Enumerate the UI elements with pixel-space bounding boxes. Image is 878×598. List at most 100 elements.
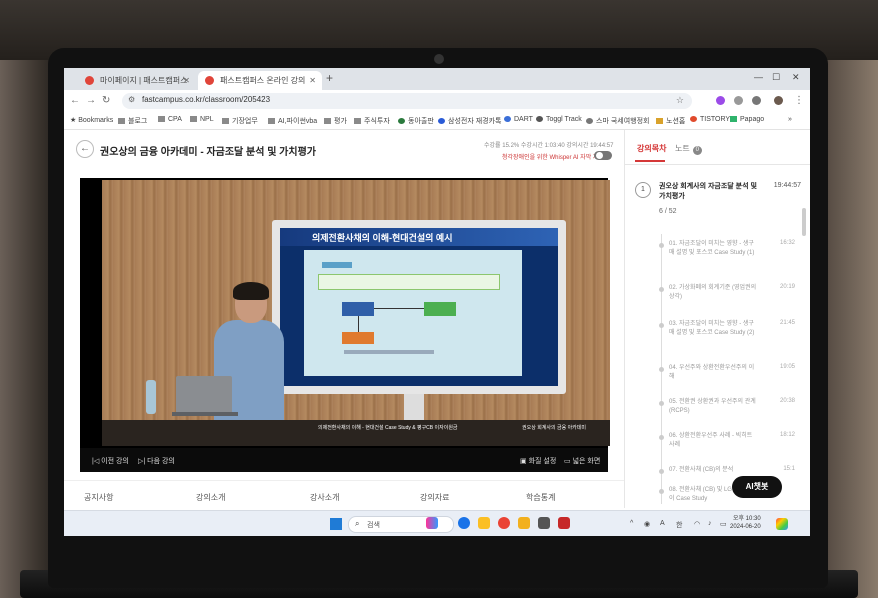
volume-icon[interactable]: ♪ [708,520,712,527]
list-item[interactable]: 05. 전환권 상환권과 우선주의 관계 (RCPS) 20:38 [659,398,799,432]
tab-instructor[interactable]: 강사소개 [310,492,339,503]
menu-kebab-icon[interactable]: ⋮ [794,95,804,106]
video-frame[interactable]: 의제전환사채의 이해-현대건설의 예시 의제전환사채의 이해 - 현대건설 Ca… [102,180,610,446]
wide-screen-button[interactable]: ▭ 넓은 화면 [564,456,600,466]
extensions-puzzle-icon[interactable] [752,96,761,105]
tray-app-icon[interactable]: ◉ [644,520,650,528]
bookmark-item[interactable]: 동아출판 [398,116,434,126]
bookmark-item[interactable]: TISTORY [690,116,730,123]
ai-chatbot-button[interactable]: AI챗봇 [732,476,782,498]
video-controls: |◁ 이전 강의 ▷| 다음 강의 ▣ 화질 설정 ▭ 넓은 화면 [80,448,608,472]
notes-count-badge: 0 [692,146,702,155]
tab-materials[interactable]: 강의자료 [420,492,449,503]
tab-notes[interactable]: 노트 0 [675,143,702,155]
bookmark-item[interactable]: 평가 [324,116,347,126]
bookmark-item[interactable]: Papago [730,116,764,123]
chapter-duration: 19:44:57 [773,182,801,189]
tray-ime[interactable]: 한 [676,520,682,530]
list-item[interactable]: 06. 상환전환우선주 사례 - 빅히트 사례 18:12 [659,432,799,466]
new-tab-button[interactable]: + [326,71,333,85]
copilot-icon[interactable] [776,518,788,530]
notion-icon [656,118,663,125]
bookmark-item[interactable]: Toggl Track [536,116,582,123]
prev-lesson-button[interactable]: |◁ 이전 강의 [92,456,129,466]
folder-icon [268,118,275,125]
lesson-duration: 16:32 [779,240,795,246]
slide-box [342,332,374,344]
chapter-header[interactable]: 1 권오상 회계사의 자금조달 분석 및 가치평가 19:44:57 6 / 5… [635,182,801,226]
quality-settings-button[interactable]: ▣ 화질 설정 [520,456,556,466]
bookmark-star-icon[interactable]: ☆ [676,95,684,106]
back-button[interactable]: ← [76,140,94,158]
tab-course-intro[interactable]: 강의소개 [196,492,225,503]
list-item[interactable]: 03. 자금조달이 미치는 영향 - 생구매 설명 및 포스코 Case Stu… [659,320,799,354]
maximize-icon[interactable]: ☐ [772,72,780,83]
slide-diagram [304,250,522,376]
profile-avatar[interactable] [774,96,783,105]
browser-tab-classroom[interactable]: 패스트캠퍼스 온라인 강의 ✕ [198,71,322,90]
close-tab-icon[interactable]: ✕ [309,71,316,90]
slide-box [424,302,456,316]
chrome-icon[interactable] [498,517,510,529]
more-bookmarks-icon[interactable]: » [788,116,792,123]
bookmark-item[interactable]: 삼성전자 재경카톡 [438,116,501,126]
back-arrow-icon[interactable]: ← [70,95,80,106]
bookmark-item[interactable]: 주식투자 [354,116,390,126]
battery-icon[interactable]: ▭ [720,520,727,528]
windows-start-icon[interactable] [330,518,342,530]
minimize-icon[interactable]: — [754,72,763,82]
sidebar-scrollbar[interactable] [802,208,806,236]
file-explorer-icon[interactable] [518,517,530,529]
wifi-icon[interactable]: ◠ [694,520,700,528]
forward-arrow-icon[interactable]: → [86,95,96,106]
app-icon[interactable] [538,517,550,529]
kakaotalk-icon[interactable] [478,517,490,529]
tray-language[interactable]: A [660,520,665,527]
close-window-icon[interactable]: ✕ [792,72,800,83]
extension-icon[interactable] [734,96,743,105]
windows-taskbar: ⌕ 검색 ^ ◉ A 한 ◠ ♪ ▭ 오후 10:30 2024-06-20 [64,510,810,536]
lesson-dot-icon [659,469,664,474]
bookmark-item[interactable]: 노션홈 [656,116,685,126]
edge-icon[interactable] [458,517,470,529]
address-bar[interactable]: ⚙ fastcampus.co.kr/classroom/205423 ☆ [122,93,692,109]
reload-icon[interactable]: ↻ [102,95,110,106]
lesson-dot-icon [659,323,664,328]
skip-forward-icon: ▷| [138,458,148,465]
lesson-title: 07. 전환사채 (CB)의 분석 [669,467,734,473]
close-tab-icon[interactable]: ✕ [183,71,190,90]
bookmark-item[interactable]: 스마 국세여행정회 [586,116,649,126]
bookmark-item[interactable]: 블로그 [118,116,147,126]
tray-chevron-icon[interactable]: ^ [630,520,633,527]
lesson-duration: 18:12 [779,432,795,438]
taskbar-clock[interactable]: 오후 10:30 2024-06-20 [730,515,761,531]
folder-icon [222,118,229,125]
webcam [434,54,444,64]
bookmark-item[interactable]: CPA [158,116,182,123]
fastcampus-favicon-icon [205,76,214,85]
tab-stats[interactable]: 학습통계 [526,492,555,503]
site-info-icon[interactable]: ⚙ [128,95,135,104]
extension-icon[interactable] [716,96,725,105]
list-item[interactable]: 01. 자금조달이 미치는 영향 - 생구매 설명 및 포스코 Case Stu… [659,240,799,274]
lesson-duration: 20:19 [779,284,795,290]
list-item[interactable]: 02. 가상화폐의 회계기준 (영업권의 상각) 20:19 [659,284,799,318]
bookmark-item[interactable]: ★ Bookmarks [70,116,113,124]
lesson-duration: 20:38 [779,398,795,404]
list-item[interactable]: 04. 우선주와 상환전환우선주의 이해 19:05 [659,364,799,398]
bookmark-item[interactable]: AI,파이썬vba [268,116,317,126]
tab-notice[interactable]: 공지사항 [84,492,113,503]
bookmark-item[interactable]: DART [504,116,533,123]
tab-toc[interactable]: 강의목차 [637,143,666,154]
bookmark-item[interactable]: 기장업무 [222,116,258,126]
slide-title: 의제전환사채의 이해-현대건설의 예시 [312,233,453,243]
taskbar-search[interactable]: ⌕ 검색 [348,516,454,533]
lesson-title: 06. 상환전환우선주 사례 - 빅히트 사례 [669,433,753,448]
browser-tab-mypage[interactable]: 마이페이지 | 패스트캠퍼스 ✕ [78,71,196,90]
whisper-subtitle-toggle[interactable] [594,151,612,160]
chapter-number: 1 [635,182,651,198]
app-icon[interactable] [558,517,570,529]
bookmark-item[interactable]: NPL [190,116,214,123]
next-lesson-button[interactable]: ▷| 다음 강의 [138,456,175,466]
lesson-duration: 19:05 [779,364,795,370]
